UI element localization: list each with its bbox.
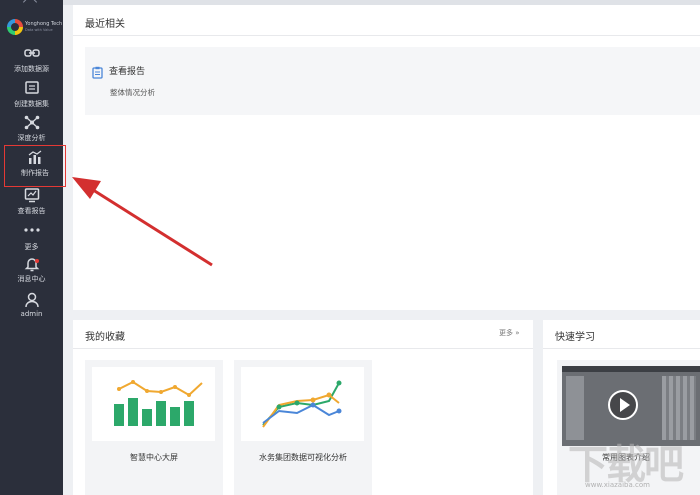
sidebar-item-make-report[interactable]: 制作报告 <box>4 145 66 187</box>
bar-line-thumbnail <box>92 367 215 441</box>
deep-analysis-icon <box>0 115 63 131</box>
dataset-icon <box>0 81 63 97</box>
notification-dot <box>35 259 39 263</box>
link-icon <box>0 46 63 62</box>
sidebar-item-label: 更多 <box>24 243 39 251</box>
sidebar-item-label: 添加数据源 <box>14 65 49 73</box>
report-card-title: 查看报告 <box>109 67 146 77</box>
chart-icon <box>5 150 65 166</box>
sidebar-item-label: 查看报告 <box>17 207 46 215</box>
recent-panel: 最近相关 查看报告 整体情况分析 <box>73 5 700 310</box>
logo: Yonghong Tech Data with Value <box>4 16 63 38</box>
logo-ring-icon <box>7 19 23 35</box>
sidebar-item-messages[interactable]: 消息中心 <box>0 256 63 292</box>
sidebar-item-admin[interactable]: admin <box>0 292 63 328</box>
favorite-card-water-group[interactable]: 水务集团数据可视化分析 <box>234 360 372 495</box>
logo-brand: Yonghong Tech <box>25 21 63 27</box>
favorite-card-smart-center[interactable]: 智慧中心大屏 <box>85 360 223 495</box>
sidebar-item-label: 深度分析 <box>17 134 46 142</box>
favorite-card-label: 智慧中心大屏 <box>130 453 178 462</box>
multi-line-thumbnail <box>241 367 364 441</box>
sidebar-item-label: 创建数据集 <box>14 100 49 108</box>
sidebar: Yonghong Tech Data with Value 添加数据源 创建数据… <box>0 0 66 495</box>
view-report-icon <box>0 188 63 204</box>
sidebar-item-view-report[interactable]: 查看报告 <box>0 188 63 224</box>
recent-title: 最近相关 <box>85 19 125 30</box>
document-icon <box>92 64 103 83</box>
video-thumb-sidebar <box>566 376 584 440</box>
quick-learn-title: 快速学习 <box>555 332 595 343</box>
recent-divider <box>73 35 700 36</box>
favorite-card-label: 水务集团数据可视化分析 <box>259 453 347 462</box>
play-icon[interactable] <box>608 390 638 420</box>
logo-tagline: Data with Value <box>25 28 53 32</box>
user-icon <box>0 292 63 308</box>
sidebar-item-more[interactable]: 更多 <box>0 224 63 260</box>
report-card-subtitle: 整体情况分析 <box>110 88 155 97</box>
quick-learn-divider <box>543 348 700 349</box>
sidebar-item-label: 消息中心 <box>17 275 46 283</box>
sidebar-item-label: admin <box>20 310 43 318</box>
sidebar-item-create-dataset[interactable]: 创建数据集 <box>0 81 63 117</box>
sidebar-item-label: 制作报告 <box>21 169 49 177</box>
bell-icon <box>0 256 63 272</box>
watermark-url: www.xiazaiba.com <box>585 481 650 489</box>
video-thumb-grid <box>662 376 696 440</box>
favorites-more-link[interactable]: 更多 » <box>499 328 520 338</box>
recent-report-card[interactable]: 查看报告 整体情况分析 <box>85 47 700 115</box>
more-dots-icon <box>0 224 63 240</box>
favorites-panel: 我的收藏 更多 » 智慧中心大屏 水务集团数据可视化分析 <box>73 320 533 495</box>
sidebar-item-add-datasource[interactable]: 添加数据源 <box>0 46 63 82</box>
favorites-title: 我的收藏 <box>85 332 125 343</box>
collapse-caret-icon[interactable] <box>22 0 38 10</box>
video-thumb-toolbar <box>562 366 700 372</box>
favorites-divider <box>73 348 533 349</box>
